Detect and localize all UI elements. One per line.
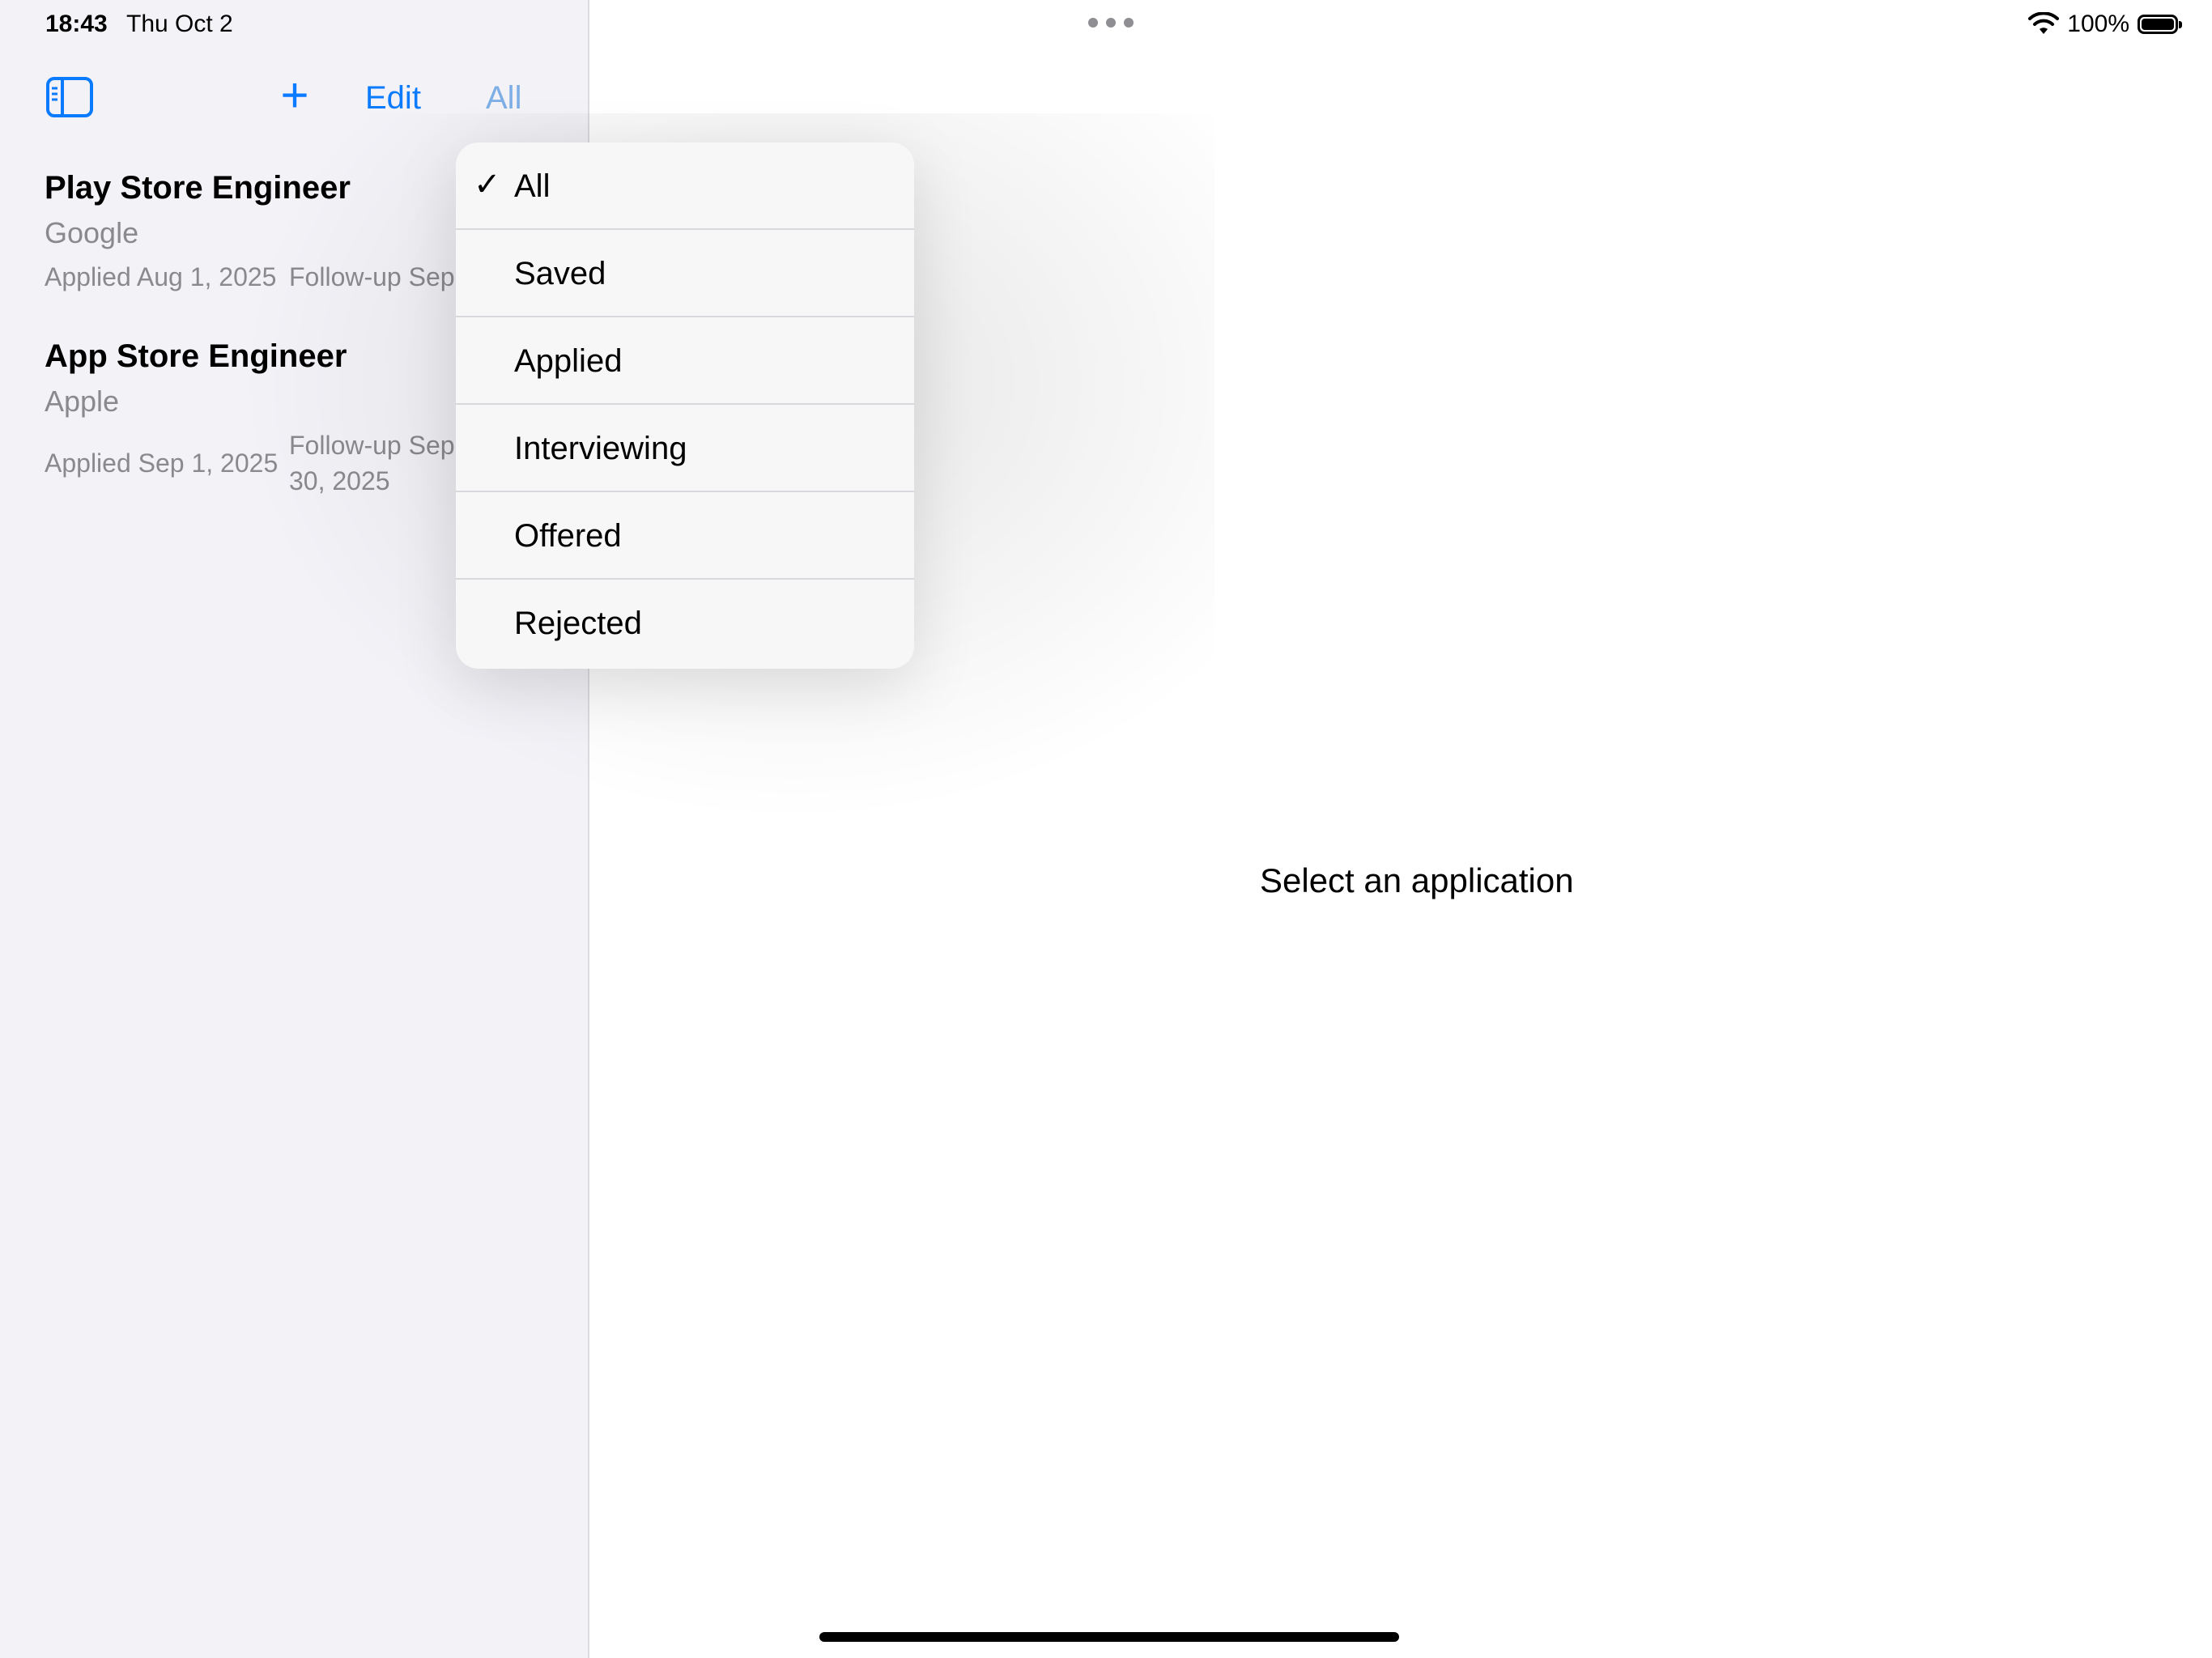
filter-option-offered[interactable]: Offered xyxy=(456,492,914,580)
followup-date: Follow-up Sep 30, 2025 xyxy=(289,431,455,495)
filter-option-label: Offered xyxy=(514,518,622,554)
filter-button[interactable]: All xyxy=(486,79,521,117)
status-time: 18:43 xyxy=(45,11,108,37)
filter-option-label: Interviewing xyxy=(514,431,687,466)
filter-option-label: All xyxy=(514,168,551,204)
application-meta: Applied Aug 1, 2025 Follow-up Sep xyxy=(45,259,466,300)
wifi-icon xyxy=(2028,12,2060,34)
list-item[interactable]: App Store Engineer Apple Applied Sep 1, … xyxy=(45,337,466,500)
status-date: Thu Oct 2 xyxy=(126,11,233,37)
filter-option-label: Rejected xyxy=(514,606,642,641)
filter-option-label: Saved xyxy=(514,256,606,291)
filter-option-saved[interactable]: Saved xyxy=(456,230,914,317)
application-meta: Applied Sep 1, 2025 Follow-up Sep 30, 20… xyxy=(45,427,466,500)
status-indicators: 100% xyxy=(2028,8,2182,40)
filter-option-interviewing[interactable]: Interviewing xyxy=(456,405,914,492)
multitasking-dots-icon[interactable] xyxy=(1088,11,1134,34)
filter-menu: ✓ All Saved Applied Interviewing Offered… xyxy=(456,142,914,669)
battery-icon xyxy=(2138,15,2182,34)
battery-percentage: 100% xyxy=(2067,11,2129,37)
checkmark-icon: ✓ xyxy=(474,167,501,202)
empty-state-text: Select an application xyxy=(1260,861,1574,899)
filter-option-label: Applied xyxy=(514,343,623,379)
filter-option-all[interactable]: ✓ All xyxy=(456,142,914,230)
applied-date: Applied Sep 1, 2025 xyxy=(45,449,279,478)
filter-option-rejected[interactable]: Rejected xyxy=(456,580,914,667)
sidebar-left-icon[interactable] xyxy=(45,76,94,118)
application-company: Apple xyxy=(45,385,120,418)
applied-date: Applied Aug 1, 2025 xyxy=(45,262,277,291)
filter-option-applied[interactable]: Applied xyxy=(456,317,914,405)
edit-button[interactable]: Edit xyxy=(365,79,421,117)
application-title: Play Store Engineer xyxy=(45,170,351,206)
home-indicator[interactable] xyxy=(819,1632,1399,1642)
plus-icon: + xyxy=(280,68,309,122)
application-title: App Store Engineer xyxy=(45,338,347,374)
application-company: Google xyxy=(45,216,139,249)
followup-date: Follow-up Sep xyxy=(289,262,455,291)
add-button[interactable]: + xyxy=(272,71,317,120)
list-item[interactable]: Play Store Engineer Google Applied Aug 1… xyxy=(45,168,466,300)
